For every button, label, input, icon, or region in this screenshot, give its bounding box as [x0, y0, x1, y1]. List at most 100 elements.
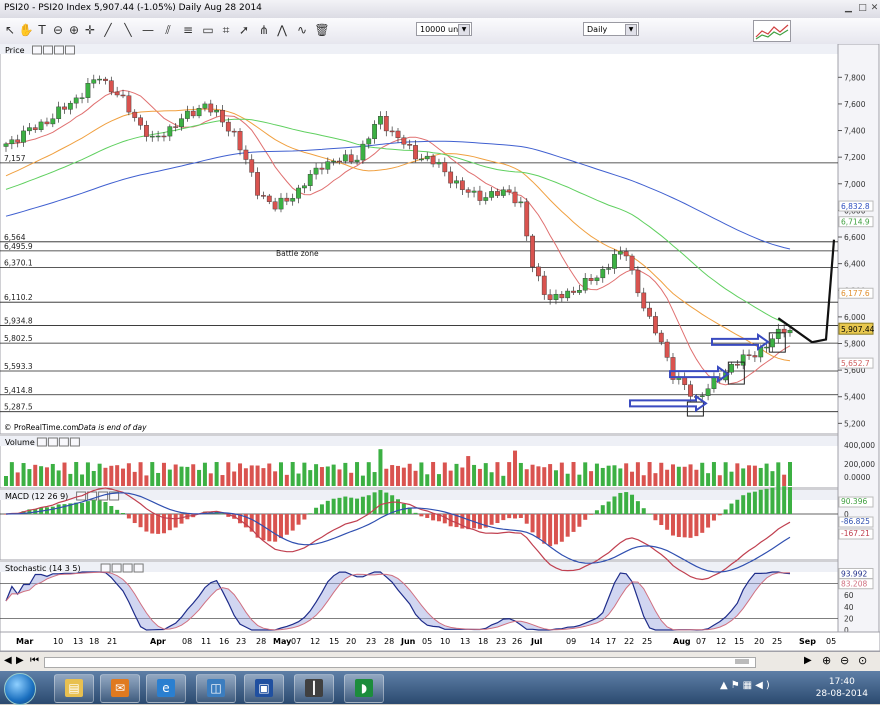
arrow-right-end-icon[interactable]: ▶ [804, 655, 812, 666]
macd-histogram-bar [284, 514, 289, 535]
volume-bar [518, 462, 523, 486]
fibonacci-icon[interactable]: ≡ [180, 22, 196, 38]
pitchfork-icon[interactable]: ⋀ [274, 22, 290, 38]
text-tool-icon[interactable]: T [34, 22, 50, 38]
flag-icon[interactable]: ⚑ [731, 680, 743, 691]
candle-body [454, 180, 459, 184]
candle-body [378, 116, 383, 125]
taskbar-prorealtime[interactable]: ◗ [344, 674, 384, 703]
candle-body [419, 158, 424, 161]
volume-bar [507, 462, 512, 486]
gann-icon[interactable]: ⌗ [218, 22, 234, 38]
cycle-icon[interactable]: ∿ [294, 22, 310, 38]
price-pane-close-icon[interactable] [65, 45, 75, 55]
chart-scrollbar[interactable]: ◀ ▶ ⏮ ▶ ⊕ ⊖ ⊙ [0, 651, 880, 672]
time-axis-label: Sep [799, 637, 816, 646]
units-select[interactable]: 10000 units ▼ [416, 22, 472, 36]
zoom-fit-icon[interactable]: ⊙ [858, 654, 867, 667]
scroll-thumb[interactable] [735, 659, 749, 664]
candle-body [483, 197, 489, 201]
taskbar-remote[interactable]: ▣ [244, 674, 284, 703]
close-icon[interactable]: ✕ [868, 2, 880, 15]
candle-body [442, 162, 448, 173]
price-chart-svg[interactable]: Price Volume MACD (12 26 9) Stochastic (14 … [0, 43, 880, 652]
volume-bar [548, 464, 553, 486]
volume-pane-window-icon[interactable] [58, 437, 69, 447]
price-pane-window-icon[interactable] [54, 45, 64, 55]
taskbar-app[interactable]: ◫ [196, 674, 236, 703]
zoom-out-icon[interactable]: ⊖ [840, 654, 849, 667]
zoom-in-icon[interactable]: ⊕ [822, 654, 831, 667]
system-tray[interactable]: ▲⚑▦◀) [720, 680, 773, 691]
time-axis-label: 13 [73, 637, 83, 646]
candle-body [220, 109, 225, 123]
macd-histogram-bar [758, 489, 763, 514]
candle-body [407, 143, 413, 146]
chart-workspace: Price Volume MACD (12 26 9) Stochastic (14 … [0, 43, 880, 671]
macd-histogram-bar [612, 496, 617, 514]
volume-icon[interactable]: ◀) [755, 680, 773, 691]
volume-bar [606, 465, 611, 486]
candle-body [337, 160, 342, 163]
candle-body [641, 292, 647, 309]
scroll-track[interactable] [44, 657, 756, 668]
volume-pane-header-bg [0, 436, 838, 446]
stochastic-pane-wrench-icon[interactable] [100, 563, 111, 573]
price-tick-label: 7,000 [844, 180, 866, 189]
volume-pane-wrench-icon[interactable] [36, 437, 47, 447]
candle-body [319, 167, 325, 170]
volume-bar [372, 472, 377, 486]
channel-icon[interactable]: ⫽ [160, 22, 176, 38]
stochastic-pane-zoom-icon[interactable] [111, 563, 122, 573]
candle-body [272, 201, 278, 210]
taskbar-clock[interactable]: 17:40 28-08-2014 [816, 676, 868, 700]
taskbar-outlook[interactable]: ✉ [100, 674, 140, 703]
horizontal-line-icon[interactable]: — [140, 22, 156, 38]
price-pane-zoom-icon[interactable] [43, 45, 53, 55]
line-tool-icon[interactable]: ╲ [120, 22, 136, 38]
macd-histogram-bar [694, 514, 699, 537]
hand-icon[interactable]: ✋ [18, 22, 34, 38]
zoom-in-icon[interactable]: ⊕ [66, 22, 82, 38]
volume-bar [618, 468, 623, 486]
price-pane-label: Price [5, 46, 25, 55]
time-axis-label: 23 [236, 637, 246, 646]
arrow-left-icon[interactable]: ◀ [4, 655, 12, 666]
network-icon[interactable]: ▦ [743, 680, 755, 691]
magnet-icon[interactable]: ⋔ [256, 22, 272, 38]
volume-bar [396, 465, 400, 486]
price-pane-wrench-icon[interactable] [32, 45, 42, 55]
taskbar-explorer[interactable]: ▤ [54, 674, 94, 703]
taskbar-candles[interactable]: ┃ [294, 674, 334, 703]
level-label: 7,157 [4, 154, 26, 163]
trendline-icon[interactable]: ╱ [100, 22, 116, 38]
volume-bar [360, 475, 365, 486]
candle-body [372, 124, 377, 140]
volume-bar [741, 468, 746, 486]
volume-bar [401, 467, 406, 486]
stochastic-pane-close-icon[interactable] [133, 563, 144, 573]
price-pane-frame [0, 43, 839, 435]
volume-bar [62, 462, 67, 486]
cursor-icon[interactable]: ↖ [2, 22, 18, 38]
fast-back-icon[interactable]: ⏮ [30, 655, 39, 666]
start-button[interactable] [4, 673, 36, 705]
volume-pane-zoom-icon[interactable] [47, 437, 58, 447]
macd-histogram-bar [80, 502, 85, 514]
period-select[interactable]: Daily ▼ [583, 22, 639, 36]
trash-icon[interactable]: 🗑 [314, 22, 330, 38]
zoom-out-icon[interactable]: ⊖ [50, 22, 66, 38]
arrow-right-icon[interactable]: ▶ [16, 655, 24, 666]
rectangle-icon[interactable]: ▭ [200, 22, 216, 38]
candle-body [536, 266, 541, 277]
minimize-icon[interactable]: ▁ [842, 2, 855, 15]
mini-chart-icon[interactable] [753, 20, 791, 42]
time-axis-label: 05 [826, 637, 836, 646]
volume-pane-close-icon[interactable] [69, 437, 80, 447]
arrow-tool-icon[interactable]: ➚ [236, 22, 252, 38]
arrow-up-icon[interactable]: ▲ [720, 680, 731, 691]
stochastic-pane-window-icon[interactable] [122, 563, 133, 573]
macd-histogram-bar [788, 487, 792, 514]
taskbar-browser[interactable]: e [146, 674, 186, 703]
crosshair-icon[interactable]: ✛ [82, 22, 98, 38]
